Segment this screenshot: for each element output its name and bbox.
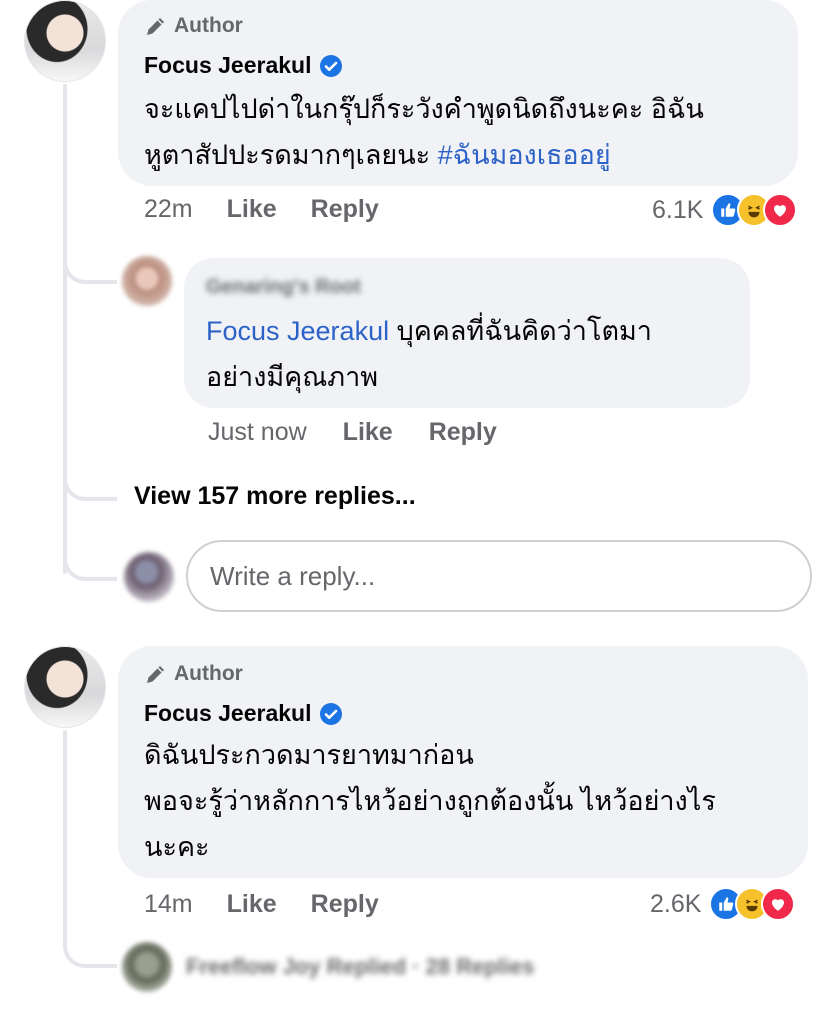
comment-bubble: Author Focus Jeerakul จะแคปไปด่าในกรุ๊ปก…: [118, 0, 798, 186]
author-avatar[interactable]: [24, 646, 106, 728]
reply-bubble: Genaring's Root Focus Jeerakul บุคคลที่ฉ…: [184, 258, 750, 408]
reaction-summary[interactable]: 2.6K: [650, 887, 796, 921]
reply-author-name[interactable]: Genaring's Root: [206, 276, 361, 299]
reaction-summary[interactable]: 6.1K: [652, 193, 798, 227]
reply-button[interactable]: Reply: [311, 890, 379, 919]
like-button[interactable]: Like: [227, 890, 277, 919]
thread-line: [63, 730, 67, 930]
thread-branch: [63, 535, 117, 581]
replies-summary-link[interactable]: Freeflow Joy Replied · 28 Replies: [186, 954, 534, 980]
mention-link[interactable]: Focus Jeerakul: [206, 316, 389, 346]
comment-time[interactable]: 14m: [144, 890, 193, 919]
reply-button[interactable]: Reply: [311, 195, 379, 224]
verified-badge-icon: [320, 702, 343, 725]
comment-text: ดิฉันประกวดมารยาทมาก่อน พอจะรู้ว่าหลักกา…: [144, 740, 716, 862]
love-reaction-icon: [761, 887, 796, 921]
verified-badge-icon: [320, 54, 343, 77]
reply-text: Focus Jeerakul บุคคลที่ฉันคิดว่าโตมา อย่…: [206, 316, 652, 392]
reply-input-placeholder: Write a reply...: [210, 560, 376, 591]
author-badge: Author: [144, 662, 243, 686]
author-badge-label: Author: [174, 14, 243, 37]
author-avatar[interactable]: [24, 0, 106, 82]
author-badge-label: Author: [174, 662, 243, 685]
reply-time[interactable]: Just now: [208, 418, 307, 447]
thread-branch: [63, 455, 117, 501]
love-reaction-icon: [763, 193, 798, 227]
thread-branch: [63, 240, 117, 284]
reply-reply-button[interactable]: Reply: [429, 418, 497, 447]
author-badge: Author: [144, 14, 243, 38]
comment-bubble: Author Focus Jeerakul ดิฉันประกวดมารยาทม…: [118, 646, 808, 878]
hashtag-link[interactable]: #ฉันมองเธออยู่: [438, 140, 611, 170]
commenter-name[interactable]: Focus Jeerakul: [144, 700, 311, 727]
thread-line: [63, 84, 67, 574]
thread-branch: [63, 922, 117, 968]
reaction-count: 6.1K: [652, 195, 704, 224]
comment-time[interactable]: 22m: [144, 195, 193, 224]
pencil-icon: [147, 18, 164, 35]
comment-text: จะแคปไปด่าในกรุ๊ปก็ระวังคำพูดนิดถึงนะคะ …: [144, 94, 704, 170]
replier-avatar[interactable]: [122, 942, 172, 992]
reaction-count: 2.6K: [650, 889, 702, 918]
current-user-avatar: [124, 552, 174, 602]
commenter-name[interactable]: Focus Jeerakul: [144, 52, 311, 79]
like-button[interactable]: Like: [227, 195, 277, 224]
reply-like-button[interactable]: Like: [343, 418, 393, 447]
view-more-replies-link[interactable]: View 157 more replies...: [134, 482, 416, 511]
pencil-icon: [147, 666, 164, 683]
reply-avatar[interactable]: [122, 256, 172, 306]
reply-input[interactable]: Write a reply...: [186, 540, 812, 612]
